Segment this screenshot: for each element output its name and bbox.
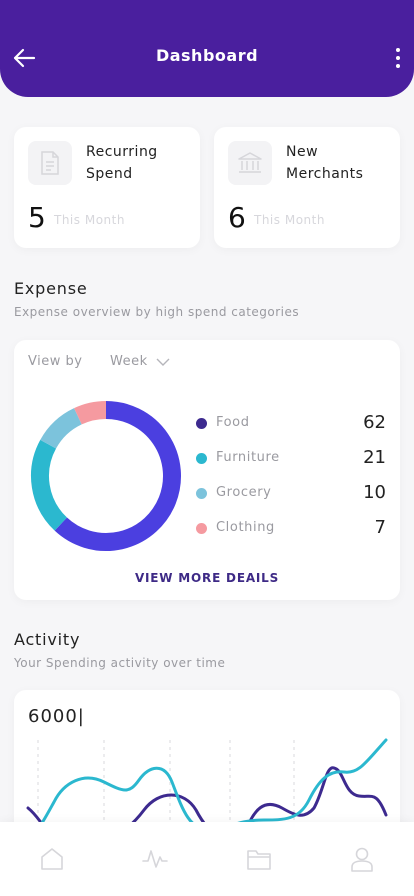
document-icon xyxy=(28,141,72,185)
legend-item-food: Food 62 xyxy=(196,412,386,433)
expense-donut-chart xyxy=(31,401,181,551)
legend-dot xyxy=(196,523,207,534)
profile-icon xyxy=(351,847,373,872)
legend-dot xyxy=(196,488,207,499)
expense-card: View by Week Food 62 Furniture 21 Grocer… xyxy=(14,340,400,600)
donut-slice-food xyxy=(54,401,181,551)
page-title: Dashboard xyxy=(155,46,259,65)
home-icon xyxy=(41,848,63,870)
activity-icon xyxy=(142,850,168,868)
chevron-down-icon xyxy=(156,358,170,366)
legend-item-grocery: Grocery 10 xyxy=(196,482,386,503)
more-options-button[interactable] xyxy=(390,44,406,72)
view-more-details-link[interactable]: VIEW MORE DEAILS xyxy=(14,571,400,585)
legend-dot xyxy=(196,453,207,464)
stat-label: Recurring Spend xyxy=(86,144,158,182)
stat-label: New Merchants xyxy=(286,144,364,182)
expense-title: Expense xyxy=(14,279,88,298)
donut-slice-grocery xyxy=(40,408,83,449)
donut-slice-clothing xyxy=(74,401,107,425)
legend-item-clothing: Clothing 7 xyxy=(196,517,386,538)
folder-icon xyxy=(247,850,271,870)
nav-folder[interactable] xyxy=(244,844,274,874)
stat-period: This Month xyxy=(254,213,325,227)
legend-label: Food xyxy=(216,415,250,430)
bank-icon xyxy=(228,141,272,185)
view-by-label: View by xyxy=(28,354,83,369)
legend-value: 7 xyxy=(374,517,386,538)
nav-profile[interactable] xyxy=(347,844,377,874)
activity-subtitle: Your Spending activity over time xyxy=(14,656,226,670)
legend-dot xyxy=(196,418,207,429)
activity-title: Activity xyxy=(14,630,81,649)
legend-item-furniture: Furniture 21 xyxy=(196,447,386,468)
legend-label: Grocery xyxy=(216,485,272,500)
stat-value: 5 xyxy=(28,201,46,234)
activity-value: 6000| xyxy=(28,706,85,727)
stat-value: 6 xyxy=(228,201,246,234)
donut-slice-furniture xyxy=(31,439,68,531)
legend-value: 62 xyxy=(363,412,386,433)
view-by-select[interactable]: Week xyxy=(110,354,170,369)
more-vertical-icon xyxy=(396,48,400,52)
legend-label: Furniture xyxy=(216,450,280,465)
new-merchants-card[interactable]: New Merchants 6 This Month xyxy=(214,127,400,248)
recurring-spend-card[interactable]: Recurring Spend 5 This Month xyxy=(14,127,200,248)
stat-period: This Month xyxy=(54,213,125,227)
expense-subtitle: Expense overview by high spend categorie… xyxy=(14,305,300,319)
legend-label: Clothing xyxy=(216,520,275,535)
legend-value: 10 xyxy=(363,482,386,503)
legend-value: 21 xyxy=(363,447,386,468)
view-by-value: Week xyxy=(110,354,148,369)
app-header: Dashboard xyxy=(0,0,414,97)
nav-activity[interactable] xyxy=(140,844,170,874)
nav-home[interactable] xyxy=(37,844,67,874)
bottom-navigation xyxy=(0,822,414,896)
